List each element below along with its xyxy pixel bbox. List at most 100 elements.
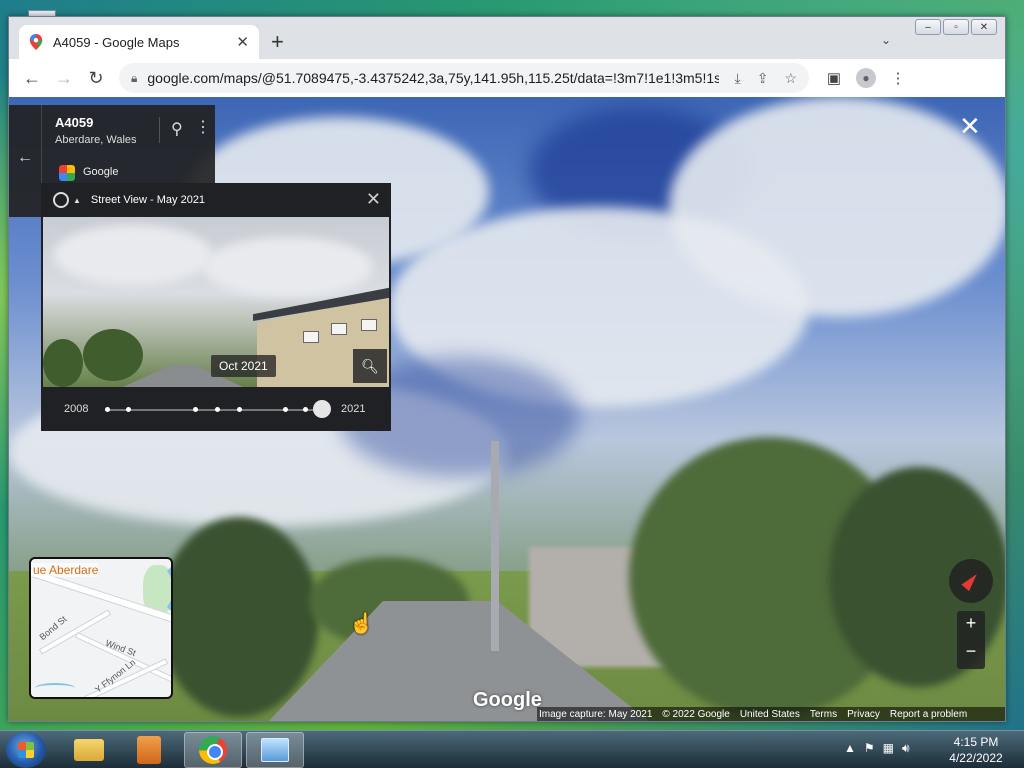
tab-search-chevron-icon[interactable]: ⌄	[881, 33, 891, 47]
caret-up-icon[interactable]: ▲	[73, 196, 81, 205]
timeline-slider-handle[interactable]	[313, 400, 331, 418]
timeline-date-dot[interactable]	[105, 407, 110, 412]
google-watermark: Google	[473, 689, 542, 711]
browser-window: – ▫ ✕ A4059 - Google Maps ✕ + ⌄ ← → ↻ 🔒︎…	[8, 16, 1006, 722]
history-clock-icon[interactable]	[53, 192, 69, 208]
system-clock[interactable]: 4:15 PM 4/22/2022	[944, 734, 1008, 766]
place-name: A4059	[55, 115, 94, 130]
preview-date-label: Oct 2021	[211, 355, 276, 377]
taskbar-control-panel[interactable]	[246, 732, 304, 768]
zoom-preview-icon[interactable]: 🔍︎	[353, 349, 387, 383]
timeline-slider[interactable]: 2008 2021	[41, 387, 391, 431]
browser-toolbar: ← → ↻ 🔒︎ google.com/maps/@51.7089475,-3.…	[9, 59, 1005, 97]
hand-cursor-icon: ☝	[349, 613, 374, 635]
side-panel-icon[interactable]: ▣	[819, 63, 849, 93]
zoom-out-button[interactable]: −	[957, 641, 985, 662]
map-place-label: ue Aberdare	[31, 563, 99, 577]
cloud	[53, 225, 213, 285]
timeline-end-year: 2021	[341, 403, 366, 415]
clock-time: 4:15 PM	[953, 735, 999, 749]
zoom-in-button[interactable]: +	[957, 613, 985, 634]
timeline-date-dot[interactable]	[215, 407, 220, 412]
place-location: Aberdare, Wales	[55, 134, 137, 146]
copyright: © 2022 Google	[662, 708, 730, 720]
address-bar[interactable]: 🔒︎ google.com/maps/@51.7089475,-3.437524…	[119, 63, 809, 93]
profile-avatar-icon: ●	[856, 68, 876, 88]
timeline-date-dot[interactable]	[237, 407, 242, 412]
timeline-start-year: 2008	[64, 403, 89, 415]
tab-title: A4059 - Google Maps	[53, 34, 180, 50]
mini-map[interactable]: ue Aberdare Bond St Wind St Y Ffynon Ln	[29, 557, 173, 699]
region-link[interactable]: United States	[740, 709, 800, 720]
back-arrow-icon[interactable]: ←	[17, 149, 33, 167]
window	[331, 323, 347, 335]
tree	[43, 339, 83, 387]
install-icon[interactable]: ⤓	[735, 70, 741, 87]
divider	[159, 117, 160, 143]
profile-button[interactable]: ●	[851, 63, 881, 93]
historic-photo-preview[interactable]: Oct 2021 🔍︎	[43, 217, 389, 387]
road	[74, 632, 171, 684]
reload-icon[interactable]: ↻	[81, 63, 111, 93]
chrome-icon	[199, 736, 227, 764]
browser-tab[interactable]: A4059 - Google Maps ✕	[19, 25, 259, 59]
forward-arrow-icon[interactable]: →	[49, 63, 79, 93]
map-pin-icon[interactable]: ⚲	[171, 119, 183, 139]
volume-icon[interactable]: 🔊︎	[902, 741, 910, 756]
compass-icon[interactable]	[949, 559, 993, 603]
more-options-icon[interactable]: ⋮	[195, 117, 211, 137]
taskbar-chrome[interactable]	[184, 732, 242, 768]
street-lamp	[491, 441, 499, 651]
taskbar-media-player[interactable]	[120, 732, 178, 768]
timeline-date-dot[interactable]	[126, 407, 131, 412]
zoom-controls: + −	[957, 611, 985, 669]
url-text[interactable]: google.com/maps/@51.7089475,-3.4375242,3…	[147, 70, 718, 86]
imagery-source: Google	[83, 166, 119, 178]
network-icon[interactable]: ▦	[883, 741, 894, 756]
action-center-flag-icon[interactable]: ⚑	[864, 741, 875, 756]
tree	[159, 517, 319, 717]
media-player-icon	[137, 736, 161, 764]
star-icon[interactable]: ☆	[784, 70, 797, 87]
folder-icon	[74, 739, 104, 761]
new-tab-button[interactable]: +	[271, 31, 284, 53]
map-footer: Image capture: May 2021 © 2022 Google Un…	[537, 707, 1005, 721]
clock-date: 4/22/2022	[949, 751, 1003, 765]
google-maps-logo-icon	[59, 165, 75, 181]
window	[361, 319, 377, 331]
privacy-link[interactable]: Privacy	[847, 709, 880, 720]
timeline-date-dot[interactable]	[283, 407, 288, 412]
close-street-view-icon[interactable]: ✕	[959, 113, 981, 139]
timeline-date-dot[interactable]	[193, 407, 198, 412]
time-travel-title: Street View - May 2021	[90, 194, 206, 206]
start-button[interactable]	[6, 732, 46, 768]
tree	[83, 329, 143, 381]
street-view-panorama[interactable]: ✕ ← A4059 Aberdare, Wales ⚲ ⋮ Google ▲ S…	[9, 97, 1005, 721]
window-controls: – ▫ ✕	[915, 19, 997, 35]
control-panel-icon	[261, 738, 289, 762]
stream	[35, 683, 75, 693]
tab-close-icon[interactable]: ✕	[236, 33, 249, 51]
kebab-menu-icon[interactable]: ⋮	[883, 63, 913, 93]
timeline-date-dot[interactable]	[303, 407, 308, 412]
timeline-track[interactable]	[105, 409, 323, 411]
taskbar-explorer[interactable]	[60, 732, 118, 768]
google-maps-pin-icon	[29, 34, 43, 50]
terms-link[interactable]: Terms	[810, 709, 837, 720]
back-arrow-icon[interactable]: ←	[17, 63, 47, 93]
close-timeline-icon[interactable]: ✕	[366, 189, 381, 210]
lock-icon[interactable]: 🔒︎	[131, 71, 137, 86]
window-close-button[interactable]: ✕	[971, 19, 997, 35]
time-travel-panel: ▲ Street View - May 2021 ✕ Oct 2021 🔍︎ 2…	[41, 183, 391, 431]
windows-logo-icon	[18, 742, 34, 758]
taskbar: ▲ ⚑ ▦ 🔊︎ 4:15 PM 4/22/2022	[0, 730, 1024, 768]
cloud	[203, 237, 373, 297]
image-capture-date: Image capture: May 2021	[539, 708, 653, 720]
maximize-button[interactable]: ▫	[943, 19, 969, 35]
report-problem-link[interactable]: Report a problem	[890, 709, 967, 720]
system-tray: ▲ ⚑ ▦ 🔊︎	[844, 741, 910, 756]
time-travel-header: ▲ Street View - May 2021 ✕	[41, 183, 391, 217]
share-icon[interactable]: ⇪	[757, 70, 769, 87]
minimize-button[interactable]: –	[915, 19, 941, 35]
show-hidden-icons-icon[interactable]: ▲	[844, 741, 856, 756]
